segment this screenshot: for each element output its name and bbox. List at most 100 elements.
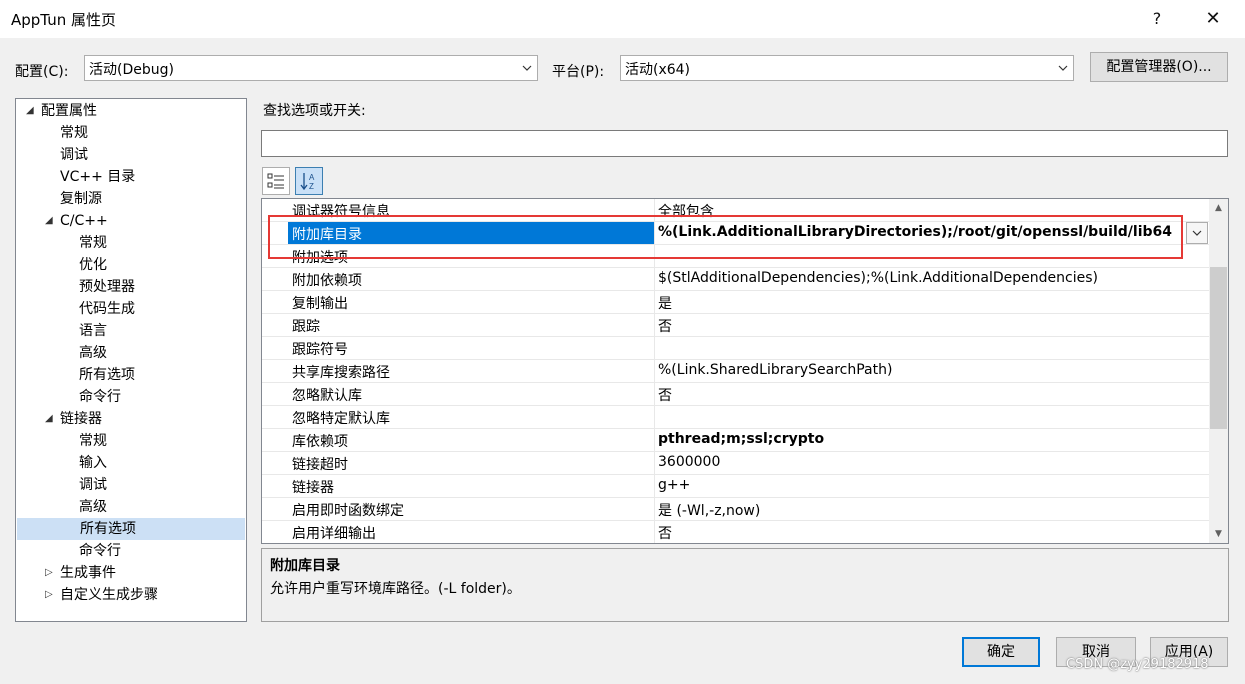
- property-row[interactable]: 附加选项: [262, 245, 1210, 268]
- platform-dropdown[interactable]: 活动(x64): [620, 55, 1074, 81]
- row-gutter: [262, 429, 288, 451]
- property-row[interactable]: 跟踪符号: [262, 337, 1210, 360]
- svg-text:A: A: [309, 173, 315, 182]
- collapsed-triangle-icon[interactable]: ▷: [45, 584, 57, 606]
- column-separator: [654, 268, 655, 290]
- row-gutter: [262, 268, 288, 290]
- tree-item[interactable]: ◢ C/C++: [16, 210, 244, 232]
- tree-item-label: 常规: [79, 433, 107, 449]
- property-row[interactable]: 链接超时 3600000: [262, 452, 1210, 475]
- chevron-down-icon: [522, 65, 532, 71]
- tree-item[interactable]: 所有选项: [16, 364, 244, 386]
- property-row[interactable]: 忽略默认库 否: [262, 383, 1210, 406]
- tree-item[interactable]: ▷ 自定义生成步骤: [16, 584, 244, 606]
- property-row[interactable]: 附加库目录 %(Link.AdditionalLibraryDirectories…: [262, 222, 1210, 245]
- tree-item[interactable]: ◢ 配置属性: [16, 100, 244, 122]
- categorized-icon: [267, 173, 284, 189]
- property-name: 启用即时函数绑定: [292, 503, 404, 519]
- property-row[interactable]: 库依赖项 pthread;m;ssl;crypto: [262, 429, 1210, 452]
- property-value[interactable]: 否: [658, 523, 1178, 543]
- expanded-triangle-icon[interactable]: ◢: [45, 210, 57, 232]
- property-value[interactable]: 否: [658, 385, 1178, 405]
- row-gutter: [262, 452, 288, 474]
- column-separator: [654, 475, 655, 497]
- property-tree[interactable]: ◢ 配置属性 常规 调试 VC++ 目录 复制源 ◢ C/C++ 常规 优化 预处理器 代码生成 语言高…: [15, 98, 247, 622]
- categorized-view-button[interactable]: [262, 167, 290, 195]
- column-separator: [654, 360, 655, 382]
- tree-item[interactable]: ▷ 生成事件: [16, 562, 244, 584]
- property-row[interactable]: 忽略特定默认库: [262, 406, 1210, 429]
- ok-button[interactable]: 确定: [962, 637, 1040, 667]
- tree-item[interactable]: 常规: [16, 430, 244, 452]
- search-input[interactable]: [261, 130, 1228, 157]
- property-name: 附加库目录: [292, 227, 362, 243]
- scroll-thumb[interactable]: [1210, 267, 1227, 429]
- config-manager-button[interactable]: 配置管理器(O)...: [1090, 52, 1228, 82]
- property-value[interactable]: %(Link.AdditionalLibraryDirectories);/ro…: [658, 224, 1178, 240]
- value-dropdown-button[interactable]: [1186, 222, 1208, 244]
- property-value[interactable]: 3600000: [658, 454, 1178, 470]
- column-separator: [654, 383, 655, 405]
- collapsed-triangle-icon[interactable]: ▷: [45, 562, 57, 584]
- property-value[interactable]: g++: [658, 477, 1178, 493]
- scroll-up-icon[interactable]: ▲: [1209, 199, 1228, 217]
- column-separator: [654, 245, 655, 267]
- close-button[interactable]: ✕: [1193, 4, 1233, 34]
- tree-item[interactable]: 优化: [16, 254, 244, 276]
- property-value[interactable]: pthread;m;ssl;crypto: [658, 431, 1178, 447]
- property-name: 跟踪: [292, 319, 320, 335]
- property-row[interactable]: 启用详细输出 否: [262, 521, 1210, 543]
- config-dropdown[interactable]: 活动(Debug): [84, 55, 538, 81]
- platform-label: 平台(P):: [552, 64, 605, 80]
- tree-item-label: 语言: [79, 323, 107, 339]
- tree-item[interactable]: 常规: [16, 122, 244, 144]
- tree-item[interactable]: 命令行: [16, 540, 244, 562]
- property-value[interactable]: %(Link.SharedLibrarySearchPath): [658, 362, 1178, 378]
- property-name: 忽略特定默认库: [292, 411, 390, 427]
- row-gutter: [262, 314, 288, 336]
- property-value[interactable]: 否: [658, 316, 1178, 336]
- property-row[interactable]: 附加依赖项 $(StlAdditionalDependencies);%(Link…: [262, 268, 1210, 291]
- tree-item[interactable]: 高级: [16, 342, 244, 364]
- property-row[interactable]: 调试器符号信息 全部包含: [262, 199, 1210, 222]
- tree-item[interactable]: 高级: [16, 496, 244, 518]
- property-value[interactable]: $(StlAdditionalDependencies);%(Link.Addi…: [658, 270, 1178, 286]
- row-gutter: [262, 291, 288, 313]
- tree-item[interactable]: 所有选项: [17, 518, 245, 540]
- property-value[interactable]: 是: [658, 293, 1178, 313]
- row-gutter: [262, 521, 288, 543]
- property-value[interactable]: 是 (-Wl,-z,now): [658, 500, 1178, 520]
- tree-item[interactable]: 输入: [16, 452, 244, 474]
- alphabetical-view-button[interactable]: A Z: [295, 167, 323, 195]
- tree-item[interactable]: 调试: [16, 474, 244, 496]
- expanded-triangle-icon[interactable]: ◢: [26, 100, 38, 122]
- tree-item[interactable]: VC++ 目录: [16, 166, 244, 188]
- tree-item[interactable]: 常规: [16, 232, 244, 254]
- row-gutter: [262, 360, 288, 382]
- tree-item[interactable]: 语言: [16, 320, 244, 342]
- help-button[interactable]: ?: [1137, 4, 1177, 34]
- description-panel: 附加库目录 允许用户重写环境库路径。(-L folder)。: [261, 548, 1229, 622]
- column-separator: [654, 291, 655, 313]
- title-bar: AppTun 属性页 ? ✕: [0, 0, 1245, 38]
- config-value: 活动(Debug): [89, 62, 174, 78]
- tree-item[interactable]: 命令行: [16, 386, 244, 408]
- row-gutter: [262, 199, 288, 221]
- property-row[interactable]: 跟踪 否: [262, 314, 1210, 337]
- tree-item[interactable]: ◢ 链接器: [16, 408, 244, 430]
- grid-scrollbar[interactable]: ▲ ▼: [1209, 199, 1228, 543]
- property-row[interactable]: 启用即时函数绑定 是 (-Wl,-z,now): [262, 498, 1210, 521]
- tree-item-label: 所有选项: [79, 367, 135, 383]
- property-value[interactable]: 全部包含: [658, 201, 1178, 221]
- scroll-down-icon[interactable]: ▼: [1209, 525, 1228, 543]
- tree-item[interactable]: 代码生成: [16, 298, 244, 320]
- property-name: 链接器: [292, 480, 334, 496]
- tree-item[interactable]: 调试: [16, 144, 244, 166]
- row-gutter: [262, 383, 288, 405]
- tree-item[interactable]: 预处理器: [16, 276, 244, 298]
- property-row[interactable]: 共享库搜索路径 %(Link.SharedLibrarySearchPath): [262, 360, 1210, 383]
- property-row[interactable]: 复制输出 是: [262, 291, 1210, 314]
- property-row[interactable]: 链接器 g++: [262, 475, 1210, 498]
- expanded-triangle-icon[interactable]: ◢: [45, 408, 57, 430]
- tree-item[interactable]: 复制源: [16, 188, 244, 210]
